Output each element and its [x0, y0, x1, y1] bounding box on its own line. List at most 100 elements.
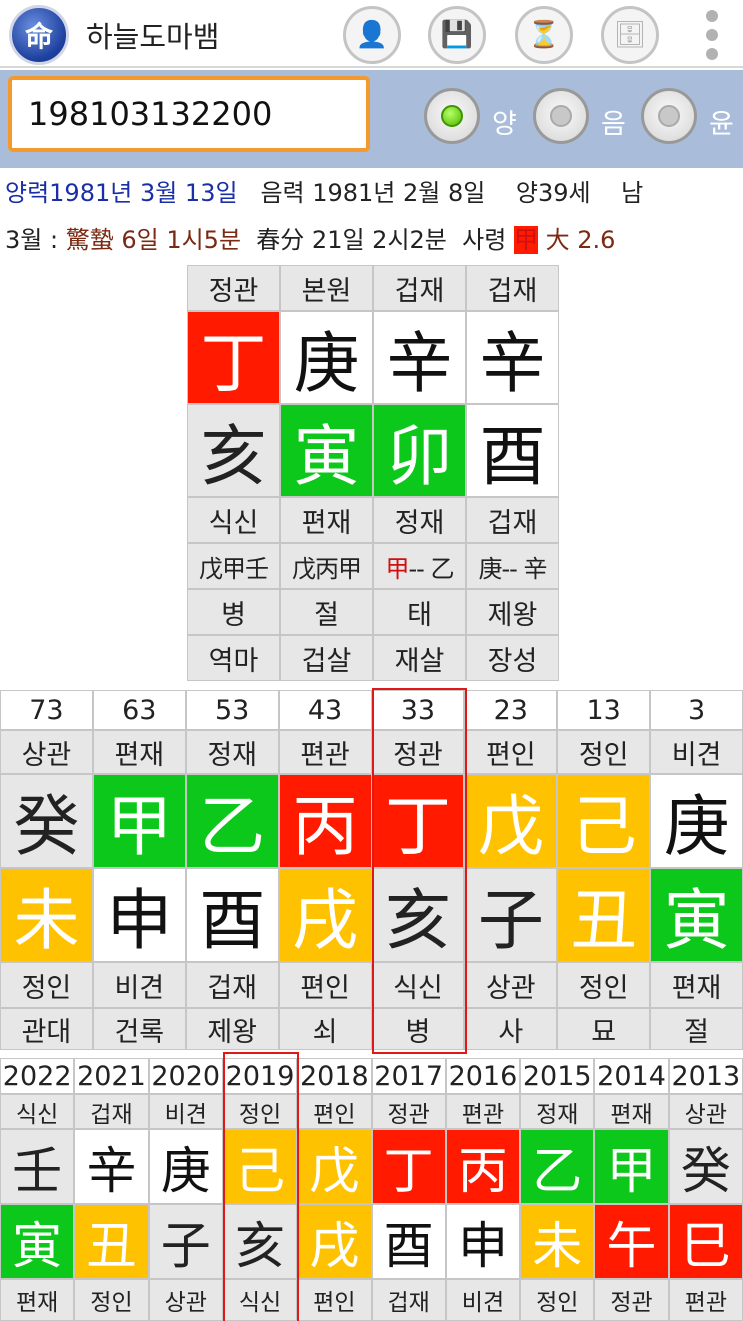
pillar-branch-char[interactable]: 卯 [373, 404, 466, 497]
seun-branch-label: 편관 [668, 1279, 743, 1321]
pillar-branch-char[interactable]: 亥 [187, 404, 280, 497]
daeun-stem-char[interactable]: 戊 [464, 774, 558, 868]
seun-branch-char[interactable]: 寅 [0, 1204, 75, 1279]
seun-stem-label: 비견 [148, 1094, 223, 1129]
seun-branch-char[interactable]: 戌 [297, 1204, 372, 1279]
daeun-stem-label: 편관 [278, 730, 372, 774]
pillar-branch-label: 정재 [373, 497, 466, 543]
pillar-stem-char[interactable]: 辛 [373, 311, 466, 404]
daeun-age[interactable]: 73 [0, 690, 93, 730]
seun-branch-label: 편인 [297, 1279, 372, 1321]
daeun-age[interactable]: 43 [278, 690, 372, 730]
daeun-twelve-stage: 제왕 [185, 1008, 279, 1050]
app-logo-icon[interactable]: 命 [9, 5, 69, 65]
daeun-branch-label: 비견 [92, 962, 186, 1008]
seun-branch-char[interactable]: 未 [520, 1204, 595, 1279]
save-icon[interactable]: 💾 [428, 6, 486, 64]
daeun-branch-char[interactable]: 申 [92, 868, 186, 962]
timer-icon[interactable]: ⏳ [515, 6, 573, 64]
seun-year[interactable]: 2020 [148, 1058, 223, 1094]
calendar-radio-1[interactable] [533, 88, 589, 144]
solar-date: 양력1981년 3월 13일 [5, 179, 238, 207]
daeun-branch-char[interactable]: 丑 [557, 868, 651, 962]
daeun-stem-char[interactable]: 己 [557, 774, 651, 868]
daeun-stem-char[interactable]: 丙 [278, 774, 372, 868]
calendar-radio-label: 양 [492, 109, 517, 140]
seun-branch-char[interactable]: 亥 [222, 1204, 298, 1279]
seun-year[interactable]: 2013 [668, 1058, 743, 1094]
daeun-stem-char[interactable]: 癸 [0, 774, 93, 868]
daeun-twelve-stage: 병 [371, 1008, 465, 1050]
seun-year[interactable]: 2014 [594, 1058, 669, 1094]
pillar-stem-char[interactable]: 庚 [280, 311, 373, 404]
seun-stem-char[interactable]: 丙 [445, 1129, 521, 1204]
daeun-twelve-stage: 쇠 [278, 1008, 372, 1050]
daeun-twelve-stage: 사 [464, 1008, 558, 1050]
database-icon[interactable]: 🗄 [601, 6, 659, 64]
seun-stem-char[interactable]: 癸 [668, 1129, 743, 1204]
daeun-age[interactable]: 23 [464, 690, 558, 730]
seun-branch-label: 식신 [222, 1279, 298, 1321]
daeun-branch-label: 편인 [278, 962, 372, 1008]
pillar-branch-label: 겁재 [466, 497, 559, 543]
pillar-stem-char[interactable]: 辛 [466, 311, 559, 404]
daeun-branch-char[interactable]: 酉 [185, 868, 279, 962]
seun-branch-char[interactable]: 子 [148, 1204, 223, 1279]
hidden-stem-rest: 戊甲壬 [199, 554, 269, 583]
daeun-grid: 73 63 53 43 33 23 13 3 상관 편재 정재 편관 정관 편인 정인 비견 癸甲乙丙丁戊己庚未… [0, 690, 743, 1050]
seun-branch-char[interactable]: 丑 [74, 1204, 149, 1279]
calendar-radio-2[interactable] [641, 88, 697, 144]
seun-stem-char[interactable]: 壬 [0, 1129, 75, 1204]
daeun-branch-char[interactable]: 亥 [371, 868, 465, 962]
daeun-age[interactable]: 33 [371, 690, 465, 730]
radio-dot-icon [550, 105, 572, 127]
seun-branch-label: 정관 [594, 1279, 669, 1321]
hidden-stem-rest: 庚-- 辛 [478, 554, 548, 583]
daeun-stem-char[interactable]: 甲 [92, 774, 186, 868]
daeun-stem-label: 편재 [92, 730, 186, 774]
seun-branch-char[interactable]: 酉 [371, 1204, 446, 1279]
daeun-age[interactable]: 53 [185, 690, 279, 730]
daeun-branch-char[interactable]: 戌 [278, 868, 372, 962]
solar-term-2: 春分 21일 2시2분 [256, 226, 447, 254]
daeun-branch-char[interactable]: 未 [0, 868, 93, 962]
pillar-spirit: 역마 [187, 635, 280, 681]
pillar-branch-char[interactable]: 寅 [280, 404, 373, 497]
daeun-branch-char[interactable]: 寅 [650, 868, 743, 962]
daeun-stem-char[interactable]: 庚 [650, 774, 743, 868]
seun-stem-char[interactable]: 丁 [371, 1129, 446, 1204]
seun-stem-char[interactable]: 甲 [594, 1129, 669, 1204]
daeun-stem-char[interactable]: 丁 [371, 774, 465, 868]
seun-year[interactable]: 2021 [74, 1058, 149, 1094]
seun-stem-char[interactable]: 己 [222, 1129, 298, 1204]
daeun-branch-label: 겁재 [185, 962, 279, 1008]
seun-stem-char[interactable]: 庚 [148, 1129, 223, 1204]
seun-stem-label: 편인 [297, 1094, 372, 1129]
birth-datetime-input[interactable] [8, 76, 370, 152]
seun-year[interactable]: 2019 [222, 1058, 298, 1094]
seun-branch-char[interactable]: 巳 [668, 1204, 743, 1279]
seun-year[interactable]: 2015 [520, 1058, 595, 1094]
daeun-branch-char[interactable]: 子 [464, 868, 558, 962]
daeun-branch-label: 편재 [650, 962, 743, 1008]
seun-year[interactable]: 2022 [0, 1058, 75, 1094]
seun-year[interactable]: 2016 [445, 1058, 521, 1094]
pillar-branch-char[interactable]: 酉 [466, 404, 559, 497]
saryeong-char: 甲 [513, 226, 538, 254]
pillar-stem-char[interactable]: 丁 [187, 311, 280, 404]
daeun-stem-char[interactable]: 乙 [185, 774, 279, 868]
daeun-age[interactable]: 63 [92, 690, 186, 730]
seun-stem-char[interactable]: 戊 [297, 1129, 372, 1204]
add-person-icon[interactable]: 👤 [343, 6, 401, 64]
daeun-age[interactable]: 13 [557, 690, 651, 730]
seun-stem-char[interactable]: 辛 [74, 1129, 149, 1204]
seun-branch-char[interactable]: 申 [445, 1204, 521, 1279]
overflow-menu-icon[interactable] [702, 10, 722, 60]
daeun-start: 大 2.6 [545, 226, 616, 254]
seun-year[interactable]: 2018 [297, 1058, 372, 1094]
seun-stem-char[interactable]: 乙 [520, 1129, 595, 1204]
seun-year[interactable]: 2017 [371, 1058, 446, 1094]
daeun-age[interactable]: 3 [650, 690, 743, 730]
calendar-radio-0[interactable] [424, 88, 480, 144]
seun-branch-char[interactable]: 午 [594, 1204, 669, 1279]
